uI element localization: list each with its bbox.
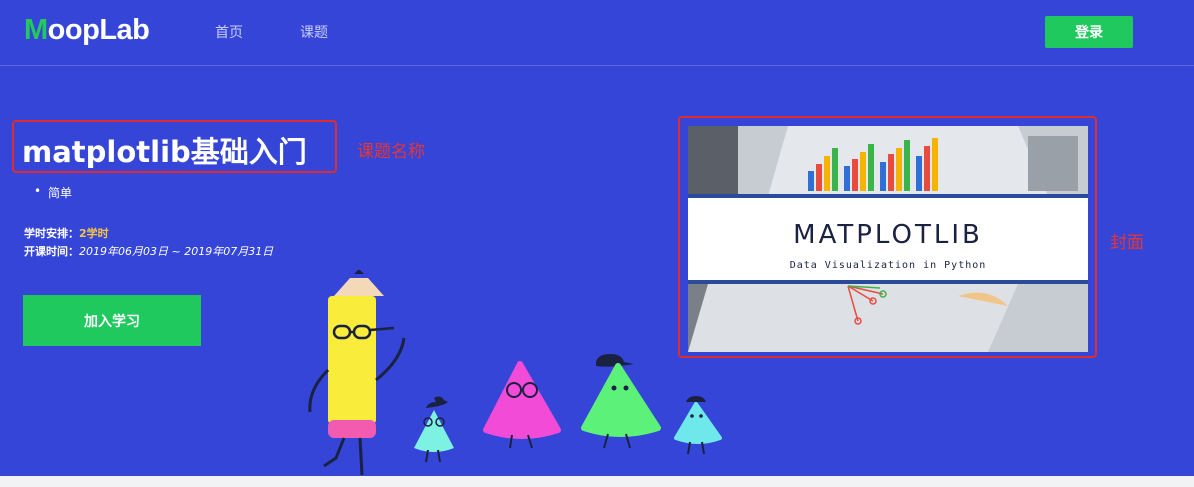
cover-art: MATPLOTLIB Data Visualization in Python	[688, 126, 1088, 352]
course-period: 开课时间：2019年06月03日 ~ 2019年07月31日	[24, 243, 273, 259]
logo-text: oopLab	[47, 14, 150, 46]
green-mascot-icon	[581, 354, 661, 449]
course-hours: 学时安排：2学时	[24, 225, 109, 241]
logo[interactable]: MoopLab	[24, 14, 150, 47]
small-teal-mascot-icon	[414, 396, 454, 463]
pencil-mascot-icon	[308, 269, 406, 476]
annotation-course-name: 课题名称	[357, 142, 425, 162]
logo-mark: M	[24, 14, 48, 46]
footer-strip	[0, 476, 1194, 487]
hours-value: 2学时	[79, 227, 109, 240]
course-level: 简单	[34, 184, 72, 201]
nav-home-link[interactable]: 首页	[215, 22, 243, 42]
cover-subtitle: Data Visualization in Python	[790, 260, 987, 271]
join-course-button[interactable]: 加入学习	[23, 295, 201, 346]
annotation-cover: 封面	[1110, 233, 1144, 253]
course-title: matplotlib基础入门	[22, 135, 307, 169]
mascot-illustration	[296, 269, 736, 484]
login-button[interactable]: 登录	[1045, 16, 1133, 48]
nav-topics-link[interactable]: 课题	[300, 22, 328, 42]
top-navbar: MoopLab 首页 课题 登录	[0, 0, 1194, 66]
period-value: 2019年06月03日 ~ 2019年07月31日	[79, 245, 274, 258]
hours-label: 学时安排：	[24, 227, 79, 240]
small-cyan-mascot-icon	[674, 396, 722, 455]
course-cover-image: MATPLOTLIB Data Visualization in Python	[688, 126, 1088, 352]
period-label: 开课时间：	[24, 245, 79, 258]
course-level-list: 简单	[34, 184, 72, 201]
pink-mascot-icon	[483, 361, 561, 449]
cover-title: MATPLOTLIB	[793, 220, 983, 250]
